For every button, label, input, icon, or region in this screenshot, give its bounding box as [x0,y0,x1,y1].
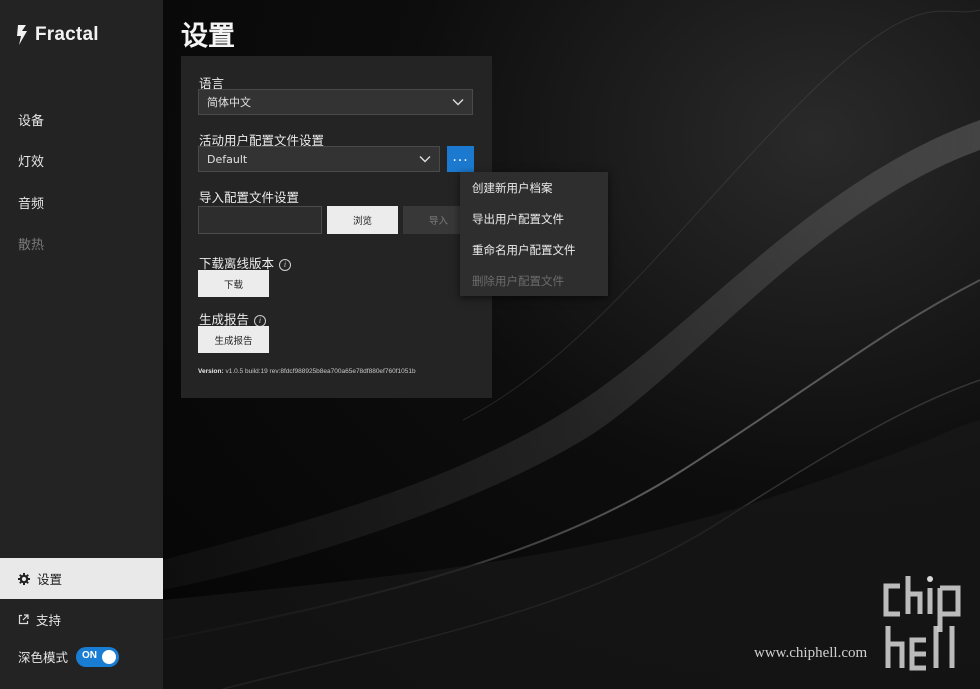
chevron-down-icon [419,156,431,163]
offline-label-text: 下载离线版本 [199,256,275,271]
sidebar-item-settings[interactable]: 设置 [0,558,163,599]
menu-item-export-profile[interactable]: 导出用户配置文件 [472,211,564,227]
generate-report-button[interactable]: 生成报告 [198,326,269,353]
active-profile-select[interactable]: Default [198,146,440,172]
import-file-field[interactable] [198,206,322,234]
fractal-logo-icon [17,25,27,45]
info-icon[interactable]: i [279,259,292,271]
sidebar: Fractal 设备 灯效 音频 散热 设置 支持 深色模式 ON [0,0,163,689]
brand-name: Fractal [35,24,99,45]
watermark-url: www.chiphell.com [754,645,868,661]
profile-more-button[interactable]: ... [447,146,474,172]
version-prefix: Version: [198,368,224,375]
dark-mode-toggle[interactable]: ON [76,646,120,667]
sidebar-support-label: 支持 [36,613,62,628]
sidebar-item-lighting[interactable]: 灯效 [18,151,44,170]
page-title: 设置 [181,21,235,52]
language-select[interactable]: 简体中文 [198,89,473,115]
language-value: 简体中文 [207,96,251,109]
sidebar-item-audio[interactable]: 音频 [18,193,44,212]
menu-item-rename-profile[interactable]: 重命名用户配置文件 [472,242,576,258]
menu-item-create-profile[interactable]: 创建新用户档案 [472,180,553,196]
external-link-icon [18,614,29,625]
profile-menu: 创建新用户档案 导出用户配置文件 重命名用户配置文件 删除用户配置文件 [460,172,608,296]
dark-mode-row: 深色模式 ON [0,636,163,677]
gear-icon [18,572,30,585]
sidebar-item-devices[interactable]: 设备 [18,110,44,129]
toggle-state-label: ON [82,649,98,661]
version-info: Version: v1.0.5 build:19 rev:8fdcf988925… [198,368,416,375]
brand-logo[interactable]: Fractal [17,24,99,46]
more-horizontal-icon: ... [452,148,469,165]
active-profile-value: Default [207,152,248,166]
chevron-down-icon [452,99,464,106]
toggle-knob [102,649,117,664]
dark-mode-label: 深色模式 [18,650,69,665]
settings-panel: 语言 简体中文 活动用户配置文件设置 Default ... 导入配置文件设置 … [181,56,492,398]
version-text: v1.0.5 build:19 rev:8fdcf988925b8ea700a6… [225,368,416,375]
chiphell-watermark-logo [883,576,961,671]
menu-item-delete-profile: 删除用户配置文件 [472,274,564,288]
sidebar-item-support[interactable]: 支持 [0,599,163,640]
import-profile-label: 导入配置文件设置 [199,190,300,205]
browse-button[interactable]: 浏览 [327,206,398,234]
sidebar-item-cooling: 散热 [18,238,45,253]
report-label-text: 生成报告 [199,312,250,327]
sidebar-settings-label: 设置 [37,572,63,587]
download-button[interactable]: 下载 [198,270,269,297]
